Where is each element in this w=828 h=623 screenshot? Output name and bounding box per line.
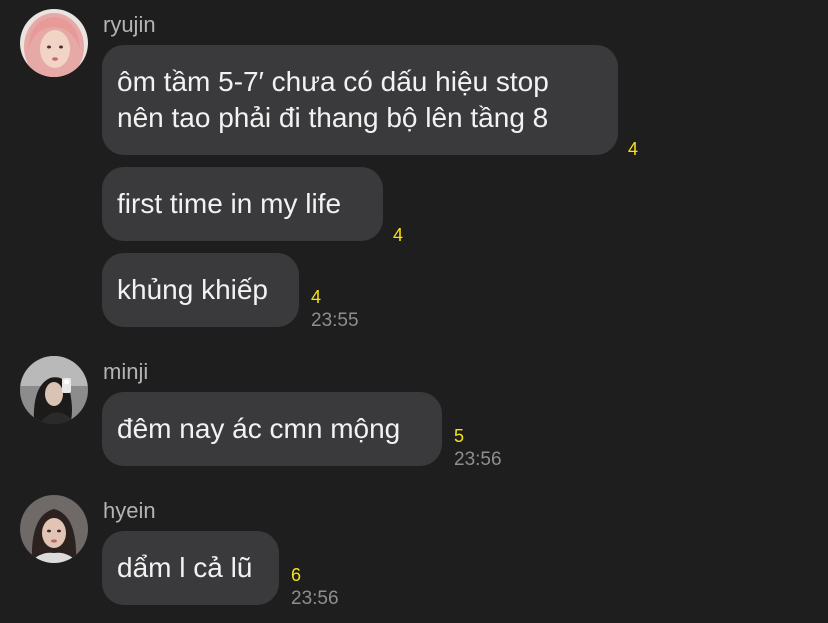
message-timestamp: 23:56 [291,588,339,609]
chat-message-list: ryujin ôm tầm 5-7′ chưa có dấu hiệu stop… [0,0,828,623]
avatar-minji[interactable] [20,356,88,424]
unread-count: 4 [393,225,404,245]
message-bubble[interactable]: ôm tầm 5-7′ chưa có dấu hiệu stop nên ta… [102,45,618,155]
message-text-line: ôm tầm 5-7′ chưa có dấu hiệu stop [117,66,549,97]
unread-count: 5 [454,426,465,446]
avatar-ryujin[interactable] [20,9,88,77]
message-timestamp: 23:56 [454,449,502,470]
message-text-line: dẩm l cả lũ [117,552,253,583]
unread-count: 6 [291,565,302,585]
sender-name: ryujin [103,12,156,37]
message-text-line: nên tao phải đi thang bộ lên tầng 8 [117,102,549,133]
avatar-hyein[interactable] [20,495,88,563]
message-bubble[interactable]: first time in my life [102,167,383,241]
message-timestamp: 23:55 [311,310,359,331]
message-text-line: khủng khiếp [117,274,269,305]
message-bubble[interactable]: khủng khiếp [102,253,299,327]
unread-count: 4 [628,139,639,159]
unread-count: 4 [311,287,322,307]
message-text-line: first time in my life [117,188,342,219]
sender-name: hyein [103,498,156,523]
message-bubble[interactable]: đêm nay ác cmn mộng [102,392,442,466]
sender-name: minji [103,359,149,384]
message-text-line: đêm nay ác cmn mộng [117,413,401,444]
message-bubble[interactable]: dẩm l cả lũ [102,531,279,605]
